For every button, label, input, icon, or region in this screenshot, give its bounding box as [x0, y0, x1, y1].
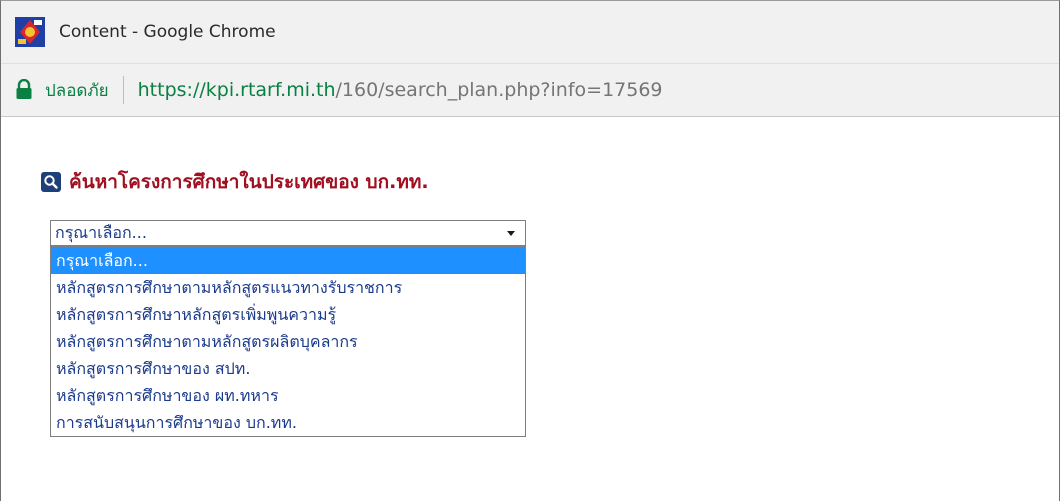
address-divider: [122, 76, 124, 104]
browser-window: Content - Google Chrome ปลอดภัย https://…: [0, 0, 1060, 501]
lock-icon[interactable]: [15, 78, 33, 101]
chevron-down-icon[interactable]: [501, 223, 521, 243]
title-bar[interactable]: Content - Google Chrome: [1, 1, 1059, 63]
url-scheme: https://: [137, 79, 206, 101]
select-option[interactable]: หลักสูตรการศึกษาของ สปท.: [51, 355, 525, 382]
address-bar[interactable]: ปลอดภัย https://kpi.rtarf.mi.th/160/sear…: [1, 63, 1059, 117]
page-heading: ค้นหาโครงการศึกษาในประเทศของ บก.ทท.: [41, 167, 429, 197]
search-icon: [41, 172, 61, 192]
url-text[interactable]: https://kpi.rtarf.mi.th/160/search_plan.…: [138, 79, 663, 101]
page-title: ค้นหาโครงการศึกษาในประเทศของ บก.ทท.: [69, 171, 429, 193]
select-option[interactable]: หลักสูตรการศึกษาของ ผท.ทหาร: [51, 382, 525, 409]
url-path: /160/search_plan.php?info=17569: [335, 79, 663, 101]
select-current-value: กรุณาเลือก...: [55, 222, 147, 242]
select-option[interactable]: การสนับสนุนการศึกษาของ บก.ทท.: [51, 409, 525, 436]
secure-label[interactable]: ปลอดภัย: [45, 77, 109, 104]
category-select[interactable]: กรุณาเลือก...: [50, 220, 526, 246]
select-option[interactable]: กรุณาเลือก...: [51, 247, 525, 274]
rtarf-emblem-icon: [15, 17, 45, 47]
select-option[interactable]: หลักสูตรการศึกษาตามหลักสูตรผลิตบุคลากร: [51, 328, 525, 355]
url-domain: kpi.rtarf.mi.th: [205, 79, 336, 101]
select-dropdown-list: กรุณาเลือก... หลักสูตรการศึกษาตามหลักสูต…: [50, 246, 526, 437]
select-option[interactable]: หลักสูตรการศึกษาตามหลักสูตรแนวทางรับราชก…: [51, 274, 525, 301]
select-option[interactable]: หลักสูตรการศึกษาหลักสูตรเพิ่มพูนความรู้: [51, 301, 525, 328]
window-title: Content - Google Chrome: [59, 22, 276, 42]
page-content: ค้นหาโครงการศึกษาในประเทศของ บก.ทท. กรุณ…: [1, 117, 1059, 501]
